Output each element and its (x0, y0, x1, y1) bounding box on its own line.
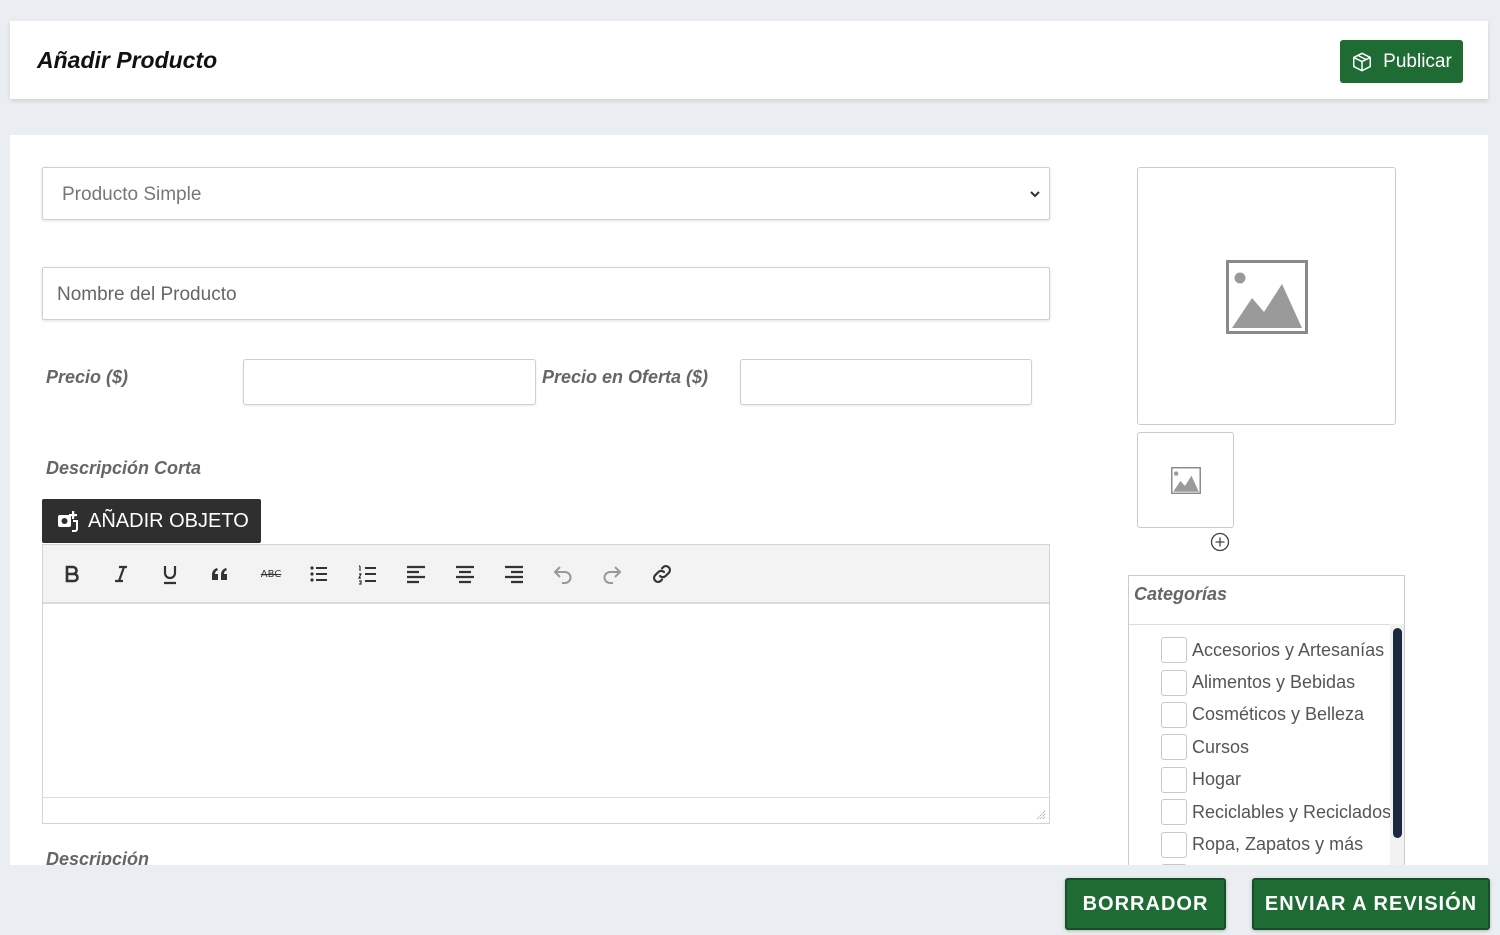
category-scrollbar[interactable] (1390, 624, 1404, 865)
resize-handle-icon[interactable] (1034, 808, 1046, 820)
publish-button[interactable]: Publicar (1340, 40, 1463, 83)
short-description-editor: ABC (42, 544, 1050, 824)
align-right-button[interactable] (501, 561, 527, 587)
category-checkbox[interactable] (1161, 701, 1187, 728)
undo-button[interactable] (550, 561, 576, 587)
align-left-icon (407, 565, 425, 584)
category-checkbox[interactable] (1161, 637, 1187, 664)
bullet-list-button[interactable] (306, 561, 332, 587)
redo-button[interactable] (599, 561, 625, 587)
category-label: Ropa, Zapatos y más (1192, 834, 1364, 855)
box-icon (1353, 52, 1372, 71)
draft-button[interactable]: BORRADOR (1065, 878, 1226, 930)
align-center-button[interactable] (452, 561, 478, 587)
category-checkbox[interactable] (1161, 831, 1187, 858)
align-right-icon (505, 565, 523, 584)
numbered-list-icon (358, 565, 376, 585)
image-placeholder-icon (1226, 260, 1308, 334)
chevron-down-icon (1030, 191, 1040, 198)
category-label: Accesorios y Artesanías (1192, 639, 1385, 660)
product-type-value: Producto Simple (62, 184, 202, 205)
image-placeholder-icon (1171, 467, 1201, 494)
category-item[interactable]: Cosméticos y Belleza (1161, 699, 1391, 731)
sale-price-label: Precio en Oferta ($) (542, 367, 709, 387)
blockquote-button[interactable] (207, 561, 233, 587)
quote-icon (212, 568, 227, 580)
category-label: Reciclables y Reciclados (1192, 801, 1392, 822)
publish-label: Publicar (1383, 50, 1452, 72)
description-label: Descripción (46, 849, 150, 865)
scrollbar-thumb[interactable] (1393, 628, 1402, 838)
category-item[interactable]: Ropa, Zapatos y más (1161, 828, 1391, 860)
product-type-select[interactable]: Producto Simple (42, 167, 1050, 220)
editor-statusbar (43, 797, 1049, 823)
italic-icon (115, 565, 127, 583)
bullet-list-icon (310, 566, 327, 582)
add-object-label: AÑADIR OBJETO (88, 509, 249, 532)
align-left-button[interactable] (403, 561, 429, 587)
insert-link-button[interactable] (649, 561, 675, 587)
page-header: Añadir Producto Publicar (10, 21, 1488, 99)
category-label: Hogar (1192, 769, 1242, 790)
price-label: Precio ($) (46, 367, 129, 387)
sale-price-input[interactable] (740, 359, 1032, 405)
add-object-button[interactable]: AÑADIR OBJETO (42, 499, 261, 543)
short-description-textarea[interactable] (43, 604, 1049, 797)
bold-button[interactable] (59, 561, 85, 587)
product-image-upload[interactable] (1137, 167, 1396, 425)
submit-review-button[interactable]: ENVIAR A REVISIÓN (1252, 878, 1490, 930)
divider (1129, 624, 1404, 625)
category-label: Cursos (1192, 736, 1250, 757)
main-panel: Producto Simple Nombre del Producto Prec… (10, 135, 1488, 865)
strikethrough-button[interactable]: ABC (256, 561, 286, 587)
editor-toolbar: ABC (43, 545, 1049, 604)
category-item[interactable] (1161, 861, 1391, 865)
underline-button[interactable] (157, 561, 183, 587)
underline-icon (163, 566, 177, 585)
category-item[interactable]: Alimentos y Bebidas (1161, 666, 1391, 698)
category-item[interactable]: Accesorios y Artesanías (1161, 634, 1391, 666)
undo-icon (553, 566, 572, 584)
add-gallery-image-icon[interactable] (1210, 532, 1230, 552)
category-item[interactable]: Reciclables y Reciclados (1161, 796, 1391, 828)
category-checkbox[interactable] (1161, 734, 1187, 761)
add-media-icon (58, 511, 78, 532)
category-list: Accesorios y Artesanías Alimentos y Bebi… (1161, 634, 1391, 865)
category-checkbox[interactable] (1161, 766, 1187, 793)
category-label: Alimentos y Bebidas (1192, 672, 1356, 693)
categories-panel: Categorías Accesorios y Artesanías Alime… (1128, 575, 1405, 865)
category-item[interactable]: Hogar (1161, 764, 1391, 796)
product-name-placeholder: Nombre del Producto (57, 284, 237, 305)
category-label: Cosméticos y Belleza (1192, 704, 1365, 725)
strikethrough-icon: ABC (260, 568, 282, 580)
category-checkbox[interactable] (1161, 863, 1187, 865)
redo-icon (603, 566, 622, 584)
short-description-label: Descripción Corta (46, 458, 202, 478)
link-icon (653, 565, 671, 583)
page-title: Añadir Producto (37, 47, 218, 73)
product-name-input[interactable]: Nombre del Producto (42, 267, 1050, 320)
numbered-list-button[interactable] (355, 561, 381, 587)
category-checkbox[interactable] (1161, 799, 1187, 826)
category-item[interactable]: Cursos (1161, 731, 1391, 763)
gallery-image-thumb[interactable] (1137, 432, 1234, 528)
price-input[interactable] (243, 359, 536, 405)
bold-icon (65, 565, 79, 583)
categories-title: Categorías (1134, 584, 1228, 604)
italic-button[interactable] (108, 561, 134, 587)
category-checkbox[interactable] (1161, 669, 1187, 696)
align-center-icon (456, 565, 474, 584)
